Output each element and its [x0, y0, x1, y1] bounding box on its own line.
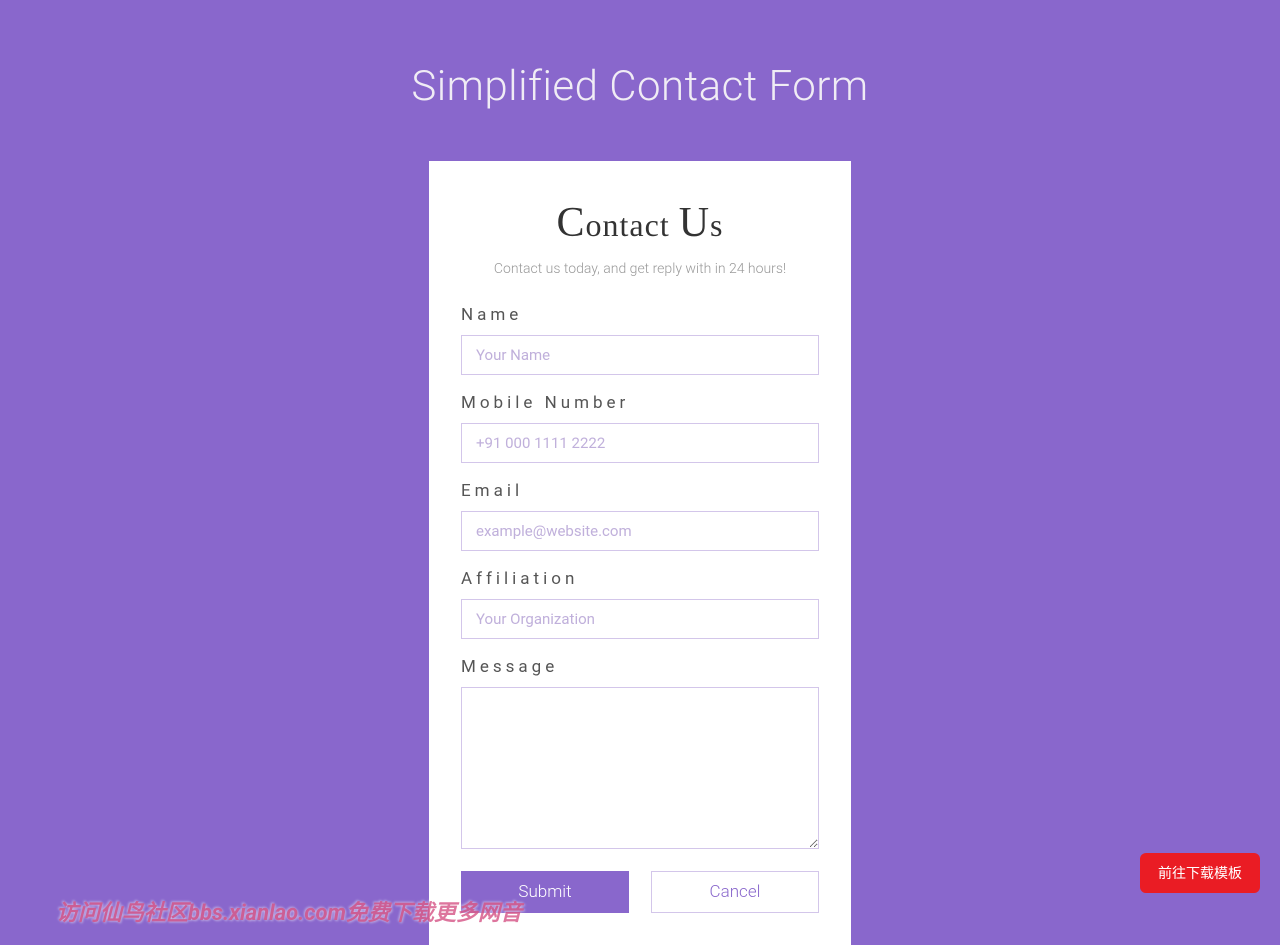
mobile-input[interactable] [461, 423, 819, 463]
email-label: Email [461, 481, 819, 501]
download-template-button[interactable]: 前往下载模板 [1140, 853, 1260, 893]
cancel-button[interactable]: Cancel [651, 871, 819, 913]
name-input[interactable] [461, 335, 819, 375]
email-group: Email [461, 481, 819, 551]
mobile-label: Mobile Number [461, 393, 819, 413]
mobile-group: Mobile Number [461, 393, 819, 463]
email-input[interactable] [461, 511, 819, 551]
message-label: Message [461, 657, 819, 677]
card-subtitle: Contact us today, and get reply with in … [461, 261, 819, 277]
watermark-text: 访问仙鸟社区bbs.xianlao.com免费下载更多网音 [56, 895, 522, 927]
affiliation-group: Affiliation [461, 569, 819, 639]
message-group: Message [461, 657, 819, 853]
card-title: Contact Us [461, 199, 819, 247]
contact-form-card: Contact Us Contact us today, and get rep… [429, 161, 851, 945]
message-textarea[interactable] [461, 687, 819, 849]
name-group: Name [461, 305, 819, 375]
affiliation-input[interactable] [461, 599, 819, 639]
affiliation-label: Affiliation [461, 569, 819, 589]
page-title: Simplified Contact Form [0, 0, 1280, 111]
name-label: Name [461, 305, 819, 325]
